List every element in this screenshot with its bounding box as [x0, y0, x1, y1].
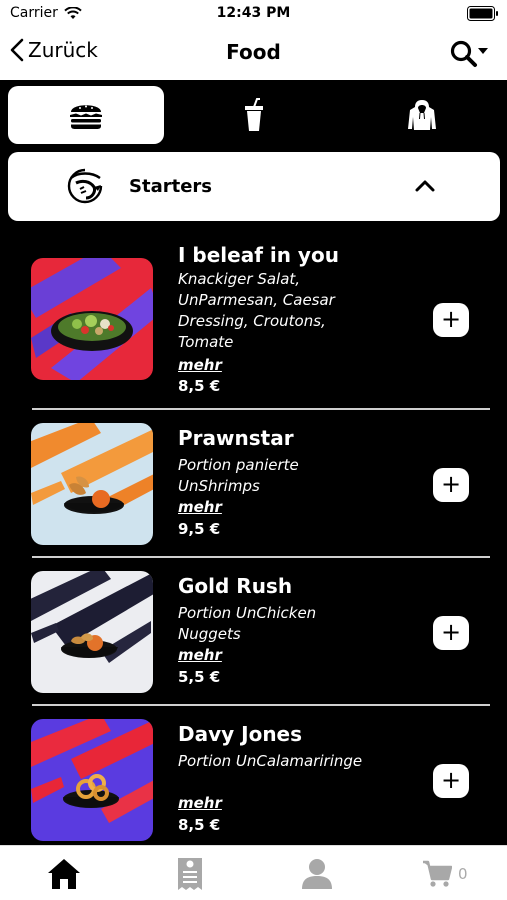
home-icon	[48, 859, 80, 889]
navigation-bar: Zurück Food	[0, 28, 507, 80]
item-more-link[interactable]: mehr	[178, 498, 222, 516]
bottom-tab-bar: 0	[0, 845, 507, 900]
burger-icon	[70, 105, 102, 129]
item-photo-shrimps	[31, 423, 153, 545]
section-title: Starters	[129, 176, 212, 197]
chevron-left-icon	[10, 38, 24, 62]
tab-home[interactable]	[44, 856, 84, 892]
section-header-starters[interactable]: Starters	[8, 152, 500, 221]
item-description: Knackiger Salat, UnParmesan, Caesar Dres…	[178, 270, 335, 351]
receipt-icon	[178, 858, 202, 890]
item-more-link[interactable]: mehr	[178, 356, 222, 374]
item-price: 8,5 €	[178, 377, 221, 395]
item-photo-calamari	[31, 719, 153, 841]
item-photo-salad	[31, 258, 153, 380]
divider	[32, 556, 490, 558]
divider	[32, 408, 490, 410]
search-dropdown-icon[interactable]	[449, 38, 491, 68]
item-description: Portion UnCalamariringe	[178, 752, 363, 770]
item-more-link[interactable]: mehr	[178, 794, 222, 812]
chevron-up-icon[interactable]	[414, 178, 436, 194]
add-to-cart-button[interactable]: +	[433, 303, 469, 337]
cart-icon	[423, 860, 452, 887]
drink-cup-icon	[245, 98, 263, 131]
item-photo-nuggets	[31, 571, 153, 693]
item-name: Prawnstar	[178, 426, 294, 450]
category-tab-drinks[interactable]	[176, 86, 332, 144]
category-tab-food[interactable]	[8, 86, 164, 144]
item-price: 5,5 €	[178, 668, 221, 686]
add-to-cart-button[interactable]: +	[433, 468, 469, 502]
cart-count-badge: 0	[458, 865, 468, 883]
back-button[interactable]: Zurück	[10, 38, 98, 62]
item-name: Davy Jones	[178, 722, 303, 746]
tab-cart[interactable]	[417, 856, 457, 892]
add-to-cart-button[interactable]: +	[433, 616, 469, 650]
item-more-link[interactable]: mehr	[178, 646, 222, 664]
category-tab-merch[interactable]	[344, 86, 500, 144]
item-price: 8,5 €	[178, 816, 221, 834]
user-icon	[302, 859, 332, 889]
item-description: Portion panierte UnShrimps	[178, 456, 299, 495]
battery-icon	[467, 6, 498, 21]
item-description: Portion UnChicken Nuggets	[178, 604, 317, 643]
status-bar: Carrier 12:43 PM	[0, 0, 507, 28]
back-label: Zurück	[28, 38, 98, 62]
status-time: 12:43 PM	[216, 5, 291, 21]
tab-profile[interactable]	[297, 856, 337, 892]
divider	[32, 704, 490, 706]
item-name: Gold Rush	[178, 574, 293, 598]
item-name: I beleaf in you	[178, 243, 339, 267]
category-tabs	[0, 80, 507, 150]
item-price: 9,5 €	[178, 520, 221, 538]
shrimp-logo-icon	[67, 168, 103, 204]
tab-orders[interactable]	[170, 856, 210, 892]
menu-item-list: I beleaf in you Knackiger Salat, UnParme…	[0, 228, 507, 845]
add-to-cart-button[interactable]: +	[433, 764, 469, 798]
hoodie-icon	[408, 100, 436, 130]
